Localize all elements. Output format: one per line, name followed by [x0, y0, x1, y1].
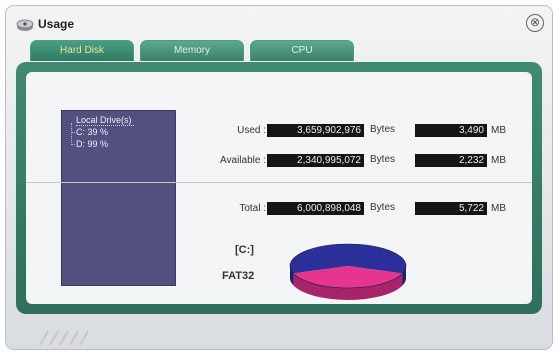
total-bytes-value: 6,000,898,048 [267, 202, 364, 215]
available-label: Available : [220, 155, 266, 166]
filesystem-type: FAT32 [222, 270, 255, 282]
tree-connector [71, 123, 73, 145]
available-bytes-unit: Bytes [370, 154, 396, 165]
section-divider [26, 182, 532, 183]
available-mb-unit: MB [491, 155, 506, 166]
tab-cpu[interactable]: CPU [250, 40, 354, 61]
total-mb-unit: MB [491, 203, 506, 214]
drive-letter: [C:] [235, 244, 254, 256]
window-grip-decoration [39, 330, 89, 346]
used-bytes-value: 3,659,902,976 [267, 124, 364, 137]
tree-item-drive-c[interactable]: C: 39 % [71, 126, 175, 138]
tab-memory[interactable]: Memory [140, 40, 244, 61]
used-mb-value: 3,490 [415, 124, 487, 137]
disk-usage-pie-chart [289, 243, 407, 300]
available-mb-value: 2,232 [415, 154, 487, 167]
close-button[interactable]: ⊗ [526, 14, 544, 32]
tree-root-local-drives[interactable]: Local Drive(s) [76, 115, 134, 126]
available-bytes-value: 2,340,995,072 [267, 154, 364, 167]
used-mb-unit: MB [491, 125, 506, 136]
total-label: Total : [239, 203, 266, 214]
usage-window: Usage ⊗ Hard Disk Memory CPU Local Drive… [6, 6, 552, 349]
tree-item-drive-d[interactable]: D: 99 % [71, 138, 175, 150]
panel-content: Local Drive(s) C: 39 % D: 99 % Used : 3,… [26, 72, 532, 304]
drive-tree[interactable]: Local Drive(s) C: 39 % D: 99 % [61, 110, 176, 286]
used-bytes-unit: Bytes [370, 124, 396, 135]
title-bar: Usage [16, 14, 74, 34]
window-title: Usage [38, 17, 75, 31]
total-bytes-unit: Bytes [370, 202, 396, 213]
used-label: Used : [237, 125, 266, 136]
tab-hard-disk[interactable]: Hard Disk [30, 40, 134, 61]
hard-disk-panel: Local Drive(s) C: 39 % D: 99 % Used : 3,… [16, 62, 542, 314]
total-mb-value: 5,722 [415, 202, 487, 215]
disk-usage-icon [16, 19, 34, 31]
